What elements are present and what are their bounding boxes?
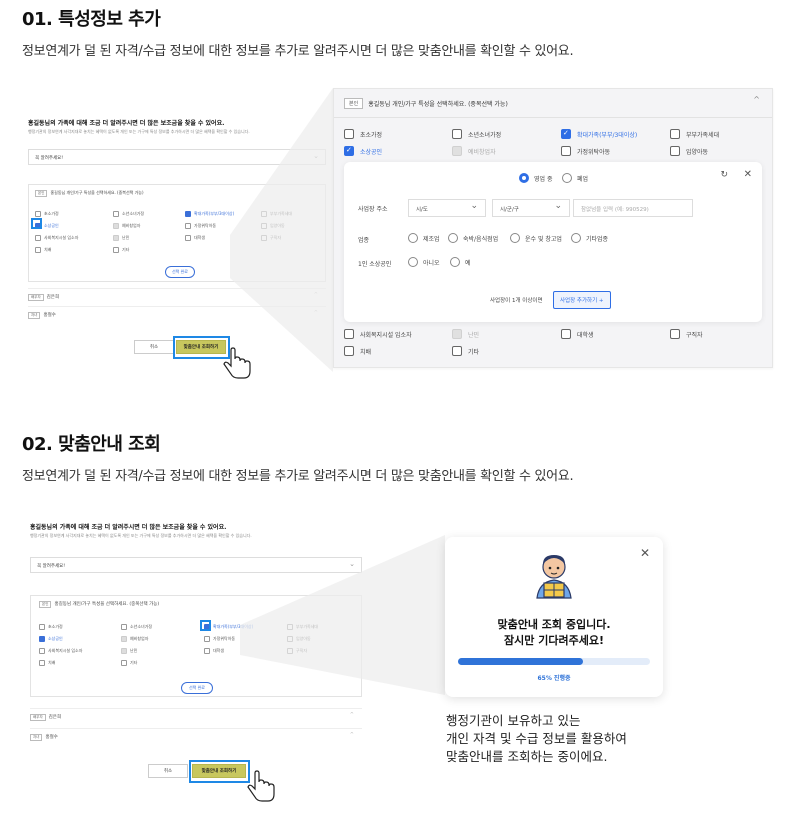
cb-welfare-facility[interactable]: 사회복지시설 입소자 (344, 329, 412, 339)
characteristics-panel: 본인 홍길동님 개인/가구 특성을 선택하세요. (중복선택 가능) ^ 초소가… (333, 88, 773, 368)
mini-group-title: 홍길동님 개인/가구 특성을 선택하세요. (중복선택 가능) (50, 190, 144, 195)
close-icon[interactable]: ✕ (744, 169, 752, 180)
mini-group-chip: 본인 (35, 190, 48, 197)
caption-line1: 행정기관이 보유하고 있는 (446, 713, 581, 728)
caption-line2: 개인 자격 및 수급 정보를 활용하여 (446, 731, 627, 746)
mini-cb-10[interactable]: 난민 (113, 235, 129, 241)
mini-heading: 홍길동님의 가족에 대해 조금 더 알려주시면 더 많은 보조금을 찾을 수 있… (28, 120, 225, 127)
mini2-cb-11[interactable]: 대학생 (204, 648, 224, 654)
mini2-cancel-button[interactable]: 취소 (148, 764, 188, 778)
mini2-cb-10[interactable]: 난민 (121, 648, 137, 654)
progress-fill (458, 658, 583, 665)
loading-modal: ✕ 맞춤안내 조회 중입니다. 잠시만 기다려주세요! 65% 진행중 (445, 537, 663, 697)
cb-other[interactable]: 기타 (452, 346, 479, 356)
hand-cursor-icon-2 (247, 770, 275, 802)
cb-refugee[interactable]: 난민 (452, 329, 479, 339)
caption: 행정기관이 보유하고 있는 개인 자격 및 수급 정보를 활용하여 맞춤안내를 … (446, 712, 627, 766)
addr-label: 사업장 주소 (358, 206, 388, 213)
biz-label: 업종 (358, 237, 370, 244)
solo-label: 1인 소상공인 (358, 261, 392, 268)
radio-solo-yes[interactable]: 예 (450, 257, 471, 267)
cb-pre-founder[interactable]: 예비창업자 (452, 146, 496, 156)
mini-cb-1[interactable]: 초소가정 (35, 211, 59, 217)
progress-label: 65% 진행중 (537, 675, 571, 682)
radio-lodging[interactable]: 숙박/음식점업 (448, 233, 498, 243)
mini2-select-done-button[interactable]: 선택 완료 (181, 682, 213, 694)
agent-character-icon (536, 555, 572, 599)
mini2-cb-2[interactable]: 소년소녀가정 (121, 624, 152, 630)
mini2-cb-9[interactable]: 사회복지시설 입소자 (39, 648, 82, 654)
caption-line3: 맞춤안내를 조회하는 중이에요. (446, 749, 608, 764)
cb-job-seeker[interactable]: 구직자 (670, 329, 703, 339)
refresh-icon[interactable]: ↻ (720, 170, 728, 180)
mini-cb-3[interactable]: 확대가족(부부/3대이상) (185, 211, 234, 217)
mini-cb-14[interactable]: 기타 (113, 247, 129, 253)
radio-other-biz[interactable]: 기타업종 (571, 233, 608, 243)
modal-title-line2: 잠시만 기다려주세요! (504, 634, 604, 647)
mini2-cb-5[interactable]: 소상공인 (39, 636, 63, 642)
mini2-cb-6[interactable]: 예비창업자 (121, 636, 148, 642)
mini-cb-11[interactable]: 대학생 (185, 235, 205, 241)
cb-college-student[interactable]: 대학생 (561, 329, 594, 339)
add-business-button[interactable]: 사업장 추가하기 + (553, 291, 611, 309)
mini-cb-13[interactable]: 치배 (35, 247, 51, 253)
modal-close-icon[interactable]: ✕ (640, 546, 650, 560)
sido-select[interactable]: 시/도 (408, 199, 486, 217)
mini2-cb-7[interactable]: 가정위탁아동 (204, 636, 235, 642)
connector-shape-1 (230, 88, 333, 372)
cb-youth-household[interactable]: 소년소녀가정 (452, 129, 501, 139)
cb-couple-household[interactable]: 부부가족세대 (670, 129, 719, 139)
mini2-cb-14[interactable]: 기타 (121, 660, 137, 666)
section1-title: 01. 특성정보 추가 (22, 9, 161, 30)
mini-cb-2[interactable]: 소년소녀가정 (113, 211, 144, 217)
cb-small-business[interactable]: 소상공인 (344, 146, 382, 156)
mini2-cb-1[interactable]: 초소가정 (39, 624, 63, 630)
cb-extended-family[interactable]: 확대가족(부부/3대이상) (561, 129, 637, 139)
connector-shape-2 (240, 535, 445, 695)
mini-cancel-button[interactable]: 취소 (134, 340, 174, 354)
mini2-highlight-checkbox (200, 620, 211, 631)
panel-title: 홍길동님 개인/가구 특성을 선택하세요. (중복선택 가능) (368, 101, 508, 108)
sigungu-select[interactable]: 시/군/구 (492, 199, 570, 217)
progress-bar (458, 658, 650, 665)
mini2-member-2[interactable]: 자녀 홍철수 (30, 728, 362, 748)
section2-title: 02. 맞춤안내 조회 (22, 434, 161, 455)
section1-description: 정보연계가 덜 된 자격/수급 정보에 대한 정보를 추가로 알려주시면 더 많… (22, 44, 574, 59)
addr-input[interactable]: 참없넘을 입력 (예: 990529) (573, 199, 693, 217)
business-subform: 영업 중 폐업 ↻ ✕ 사업장 주소 시/도 시/군/구 참없넘을 입력 (예:… (344, 162, 762, 322)
radio-solo-no[interactable]: 아니오 (408, 257, 440, 267)
cb-foster-child[interactable]: 가정위탁아동 (561, 146, 610, 156)
mini2-member-1[interactable]: 배우자 김은희 (30, 708, 362, 728)
radio-closed[interactable]: 폐업 (562, 173, 588, 183)
cb-dementia[interactable]: 치배 (344, 346, 371, 356)
mini2-cb-13[interactable]: 치배 (39, 660, 55, 666)
cb-single-parent[interactable]: 초소가정 (344, 129, 382, 139)
mini-cb-6[interactable]: 예비창업자 (113, 223, 140, 229)
cb-adopted-child[interactable]: 입양아동 (670, 146, 708, 156)
add-hint: 사업장이 1개 이상이면 (490, 298, 543, 304)
mini2-highlight-submit (189, 760, 250, 783)
radio-manufacturing[interactable]: 제조업 (408, 233, 440, 243)
panel-chip: 본인 (344, 98, 364, 109)
mini-select-done-button[interactable]: 선택 완료 (165, 266, 195, 278)
radio-open[interactable]: 영업 중 (519, 173, 552, 183)
modal-title-line1: 맞춤안내 조회 중입니다. (497, 618, 611, 631)
mini2-heading: 홍길동님의 가족에 대해 조금 더 알려주시면 더 많은 보조금을 찾을 수 있… (30, 524, 227, 531)
section2-description: 정보연계가 덜 된 자격/수급 정보에 대한 정보를 추가로 알려주시면 더 많… (22, 469, 574, 484)
mini-cb-9[interactable]: 사회복지시설 입소자 (35, 235, 78, 241)
radio-transport[interactable]: 운수 및 창고업 (510, 233, 562, 243)
mini-cb-7[interactable]: 가정위탁아동 (185, 223, 216, 229)
mini-highlight-checkbox (31, 218, 42, 229)
collapse-icon[interactable]: ^ (753, 95, 760, 104)
